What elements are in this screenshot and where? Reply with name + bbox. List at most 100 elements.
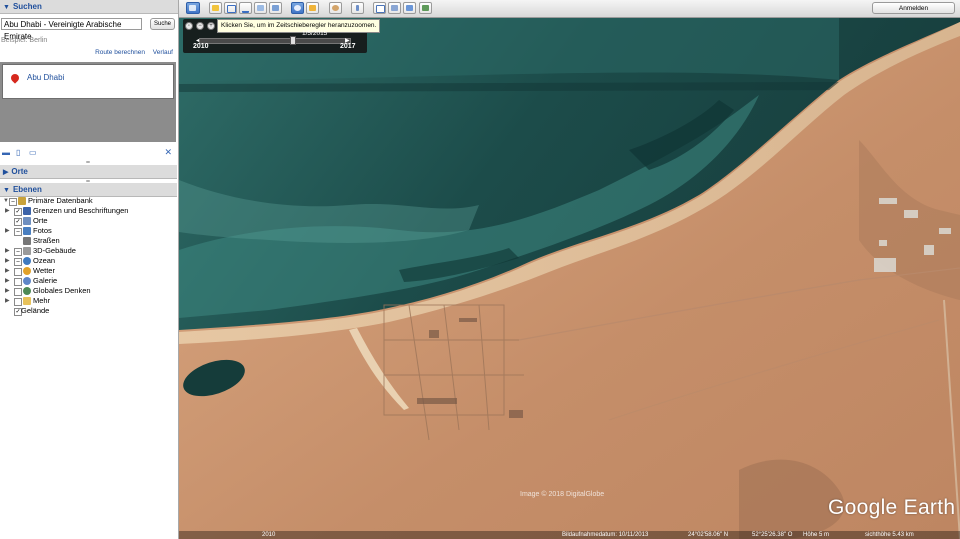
layer-label: Ozean	[33, 256, 56, 265]
search-links: Route berechnen Verlauf	[89, 49, 173, 56]
time-slider-handle[interactable]	[289, 36, 296, 45]
overlay-button[interactable]	[254, 2, 267, 14]
layers-panel-title: Ebenen	[12, 185, 42, 194]
layer-label: Globales Denken	[33, 286, 91, 295]
search-input[interactable]: Abu Dhabi - Vereinigte Arabische Emirate	[1, 18, 142, 41]
tour-button[interactable]	[269, 2, 282, 14]
layer-item[interactable]: ▶ – Ozean	[0, 256, 177, 266]
path-button[interactable]	[239, 2, 252, 14]
expand-triangle-icon[interactable]: ▶	[5, 226, 10, 236]
print-icon[interactable]: ▭	[29, 149, 37, 157]
layer-item[interactable]: ✓ Gelände	[0, 306, 177, 316]
layer-item[interactable]: ▶ Mehr	[0, 296, 177, 306]
layer-item[interactable]: ▶ Wetter	[0, 266, 177, 276]
globe-icon	[23, 287, 31, 295]
layer-checkbox[interactable]	[14, 268, 22, 276]
time-slider-tooltip: Klicken Sie, um im Zeitschieberegler her…	[217, 19, 381, 33]
sun-icon	[309, 5, 316, 11]
planets-button[interactable]	[329, 2, 342, 14]
folder-icon[interactable]: ▬	[2, 149, 10, 157]
layer-checkbox[interactable]: –	[14, 248, 22, 256]
route-link[interactable]: Route berechnen	[95, 49, 145, 56]
photo-icon	[23, 227, 31, 235]
time-slider-track[interactable]	[199, 38, 351, 44]
panel-resize-handle[interactable]	[86, 161, 90, 163]
expand-triangle-icon[interactable]: ▶	[5, 206, 10, 216]
copy-icon[interactable]: ▯	[16, 149, 24, 157]
expand-triangle-icon[interactable]: ▶	[5, 296, 10, 306]
google-maps-button[interactable]	[419, 2, 432, 14]
panel-resize-handle[interactable]	[86, 180, 90, 182]
layer-checkbox[interactable]: ✓	[14, 208, 22, 216]
layer-checkbox[interactable]: –	[14, 258, 22, 266]
save-image-button[interactable]	[403, 2, 416, 14]
expand-triangle-icon[interactable]: ▶	[5, 276, 10, 286]
places-panel-header[interactable]: ▶ Orte	[0, 165, 177, 179]
places-panel: ▶ Orte	[0, 165, 177, 179]
layer-checkbox[interactable]: –	[9, 198, 17, 206]
layer-item[interactable]: ✓ Orte	[0, 216, 177, 226]
layer-label: Straßen	[33, 236, 60, 245]
time-slider-date: 1/5/2015	[302, 30, 328, 37]
layer-item[interactable]: ▶ – Fotos	[0, 226, 177, 236]
search-result-label[interactable]: Abu Dhabi	[27, 73, 64, 82]
ruler-button[interactable]	[351, 2, 364, 14]
map-icon	[422, 5, 429, 11]
expand-triangle-icon[interactable]: ▶	[5, 246, 10, 256]
search-result[interactable]: Abu Dhabi	[2, 64, 174, 99]
search-panel-header[interactable]: ▼ Suchen	[0, 0, 178, 14]
sunlight-button[interactable]	[306, 2, 319, 14]
layer-label: Orte	[33, 216, 48, 225]
save-image-icon	[406, 5, 413, 11]
placemark-button[interactable]	[209, 2, 222, 14]
layer-checkbox[interactable]: –	[14, 228, 22, 236]
layer-label: 3D-Gebäude	[33, 246, 76, 255]
login-button[interactable]: Anmelden	[872, 2, 955, 14]
expand-triangle-icon[interactable]: ▶	[5, 256, 10, 266]
zoom-in-icon[interactable]: +	[207, 22, 215, 30]
sidebar-toggle-button[interactable]	[186, 2, 200, 14]
expand-triangle-icon[interactable]: ▶	[5, 266, 10, 276]
layer-checkbox[interactable]	[14, 278, 22, 286]
close-icon[interactable]: ✕	[164, 147, 172, 158]
layer-label: Grenzen und Beschriftungen	[33, 206, 129, 215]
clock-icon	[294, 5, 301, 11]
layer-label: Galerie	[33, 276, 58, 285]
layer-item[interactable]: ▶ Globales Denken	[0, 286, 177, 296]
zoom-out-icon[interactable]: −	[196, 22, 204, 30]
nav-compass-icon[interactable]: ◦	[185, 22, 193, 30]
flag-icon	[23, 207, 31, 215]
layer-label: Primäre Datenbank	[28, 196, 93, 205]
history-link[interactable]: Verlauf	[153, 49, 173, 56]
folder-icon	[23, 297, 31, 305]
path-icon	[242, 5, 249, 13]
earth-map-view[interactable]	[179, 0, 960, 539]
polygon-button[interactable]	[224, 2, 237, 14]
layer-item[interactable]: ▶ – 3D-Gebäude	[0, 246, 177, 256]
status-longitude: 52°25'26.38" O	[752, 532, 793, 538]
places-panel-title: Orte	[11, 167, 28, 176]
search-button[interactable]: Suche	[150, 18, 175, 30]
layer-item[interactable]: ▶ ✓ Grenzen und Beschriftungen	[0, 206, 177, 216]
sidebar: ▼ Suchen Abu Dhabi - Vereinigte Arabische…	[0, 0, 179, 539]
layers-panel-header[interactable]: ▼ Ebenen	[0, 183, 177, 197]
print-button[interactable]	[388, 2, 401, 14]
status-latitude: 24°02'58.06" N	[688, 532, 729, 538]
layer-item[interactable]: ▼ – Primäre Datenbank	[0, 196, 177, 206]
layer-item[interactable]: ▶ Galerie	[0, 276, 177, 286]
expand-triangle-icon[interactable]: ▶	[3, 166, 8, 179]
layer-checkbox[interactable]	[14, 298, 22, 306]
layer-checkbox[interactable]	[14, 288, 22, 296]
historical-imagery-button[interactable]	[291, 2, 304, 14]
gallery-icon	[23, 277, 31, 285]
layer-item[interactable]: Straßen	[0, 236, 177, 246]
expand-triangle-icon[interactable]: ▶	[5, 286, 10, 296]
search-example: Beispiel: Berlin	[1, 37, 48, 44]
email-icon	[376, 5, 385, 13]
layer-checkbox[interactable]: ✓	[14, 218, 22, 226]
email-button[interactable]	[373, 2, 386, 14]
collapse-triangle-icon[interactable]: ▼	[3, 1, 10, 14]
road-icon	[23, 237, 31, 245]
main-toolbar: Anmelden	[179, 0, 960, 18]
printer-icon	[391, 5, 398, 11]
